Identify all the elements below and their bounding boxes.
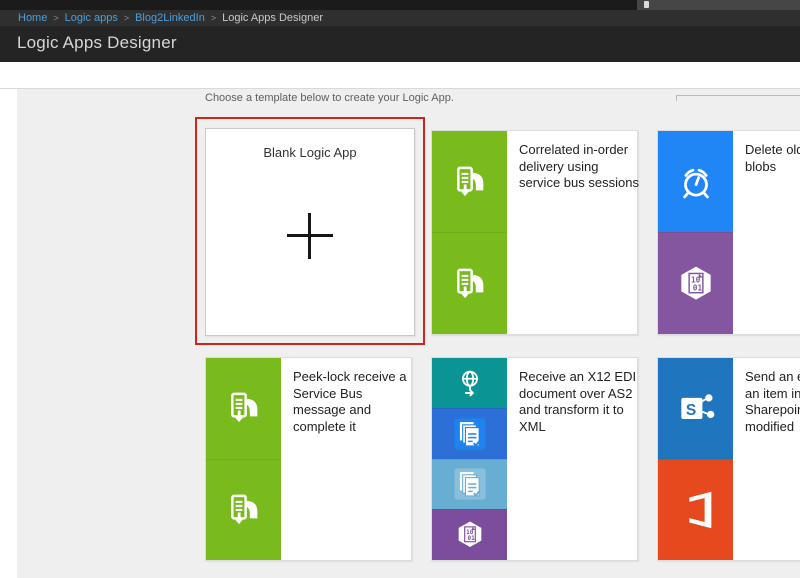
service-bus-icon xyxy=(206,358,281,459)
breadcrumb: Home > Logic apps > Blog2LinkedIn > Logi… xyxy=(0,10,800,26)
breadcrumb-current: Logic Apps Designer xyxy=(222,12,323,24)
tile-icon-column: 10 01 xyxy=(658,131,733,334)
integration-hexagon-icon: 10 01 xyxy=(432,509,507,560)
template-tile-send-email-sharepoint[interactable]: S Send an em an item in a Sharepoint mod… xyxy=(657,357,800,561)
template-tile-peek-lock-receive[interactable]: Peek-lock receive a Service Bus message … xyxy=(205,357,412,561)
edi-documents-icon xyxy=(432,408,507,459)
tile-title-line: Sharepoint xyxy=(745,402,800,419)
tile-title: Delete old blobs xyxy=(745,142,800,175)
template-tile-receive-x12-edi[interactable]: 10 01 Receive an X12 EDI document over A… xyxy=(431,357,638,561)
template-instruction: Choose a template below to create your L… xyxy=(205,92,454,104)
template-tile-correlated-in-order-delivery[interactable]: Correlated in-order delivery using servi… xyxy=(431,130,638,335)
tile-title: Correlated in-order delivery using servi… xyxy=(519,142,633,192)
tile-title-line: service bus sessions xyxy=(519,175,633,192)
recurrence-clock-icon xyxy=(658,131,733,232)
chevron-separator-icon: > xyxy=(211,13,216,23)
page-header: Logic Apps Designer xyxy=(0,26,800,62)
hex-doc-text-bottom: 01 xyxy=(467,535,475,542)
tile-icon-column xyxy=(206,358,281,560)
tile-icon-column: 10 01 xyxy=(432,358,507,560)
tile-title: Peek-lock receive a Service Bus message … xyxy=(293,369,407,435)
breadcrumb-home[interactable]: Home xyxy=(18,12,47,24)
template-tile-delete-old-blobs[interactable]: 10 01 Delete old blobs xyxy=(657,130,800,335)
tile-title-line: Service Bus xyxy=(293,386,407,403)
logic-apps-designer-screen: Home > Logic apps > Blog2LinkedIn > Logi… xyxy=(0,0,800,578)
chevron-separator-icon: > xyxy=(124,13,129,23)
plus-icon xyxy=(206,129,414,335)
as2-globe-icon xyxy=(432,358,507,408)
sharepoint-icon: S xyxy=(658,358,733,459)
tile-title-line: delivery using xyxy=(519,159,633,176)
tile-title-line: Send an em xyxy=(745,369,800,386)
tile-icon-column: S xyxy=(658,358,733,560)
page-title: Logic Apps Designer xyxy=(0,26,800,53)
template-tile-blank-logic-app[interactable]: Blank Logic App xyxy=(205,128,415,336)
tile-title-line: modified xyxy=(745,419,800,436)
tile-icon-column xyxy=(432,131,507,334)
browser-topbar xyxy=(0,0,800,10)
window-icon xyxy=(644,1,649,8)
breadcrumb-blog2linkedin[interactable]: Blog2LinkedIn xyxy=(135,12,205,24)
tile-title-line: Delete old xyxy=(745,142,800,159)
tile-title-line: Peek-lock receive a xyxy=(293,369,407,386)
tile-title-line: XML xyxy=(519,419,633,436)
tile-title: Send an em an item in a Sharepoint modif… xyxy=(745,369,800,435)
sharepoint-letter: S xyxy=(685,402,695,419)
topbar-right-segment xyxy=(637,0,800,10)
chevron-separator-icon: > xyxy=(53,13,58,23)
tile-title-line: and transform it to xyxy=(519,402,633,419)
service-bus-icon xyxy=(432,131,507,232)
tile-title-line: message and xyxy=(293,402,407,419)
service-bus-icon xyxy=(432,232,507,334)
tile-title-line: Correlated in-order xyxy=(519,142,633,159)
service-bus-icon xyxy=(206,459,281,561)
tile-title: Receive an X12 EDI document over AS2 and… xyxy=(519,369,633,435)
tile-title-line: blobs xyxy=(745,159,800,176)
tile-title-line: Receive an X12 EDI xyxy=(519,369,633,386)
tile-title-line: complete it xyxy=(293,419,407,436)
integration-hexagon-icon: 10 01 xyxy=(658,232,733,334)
category-dropdown-partial[interactable] xyxy=(676,95,800,101)
hex-doc-text-bottom: 01 xyxy=(692,283,702,292)
breadcrumb-logic-apps[interactable]: Logic apps xyxy=(65,12,118,24)
edi-documents-icon xyxy=(432,459,507,510)
tile-title-line: document over AS2 xyxy=(519,386,633,403)
tile-title-line: an item in a xyxy=(745,386,800,403)
office-icon xyxy=(658,459,733,561)
